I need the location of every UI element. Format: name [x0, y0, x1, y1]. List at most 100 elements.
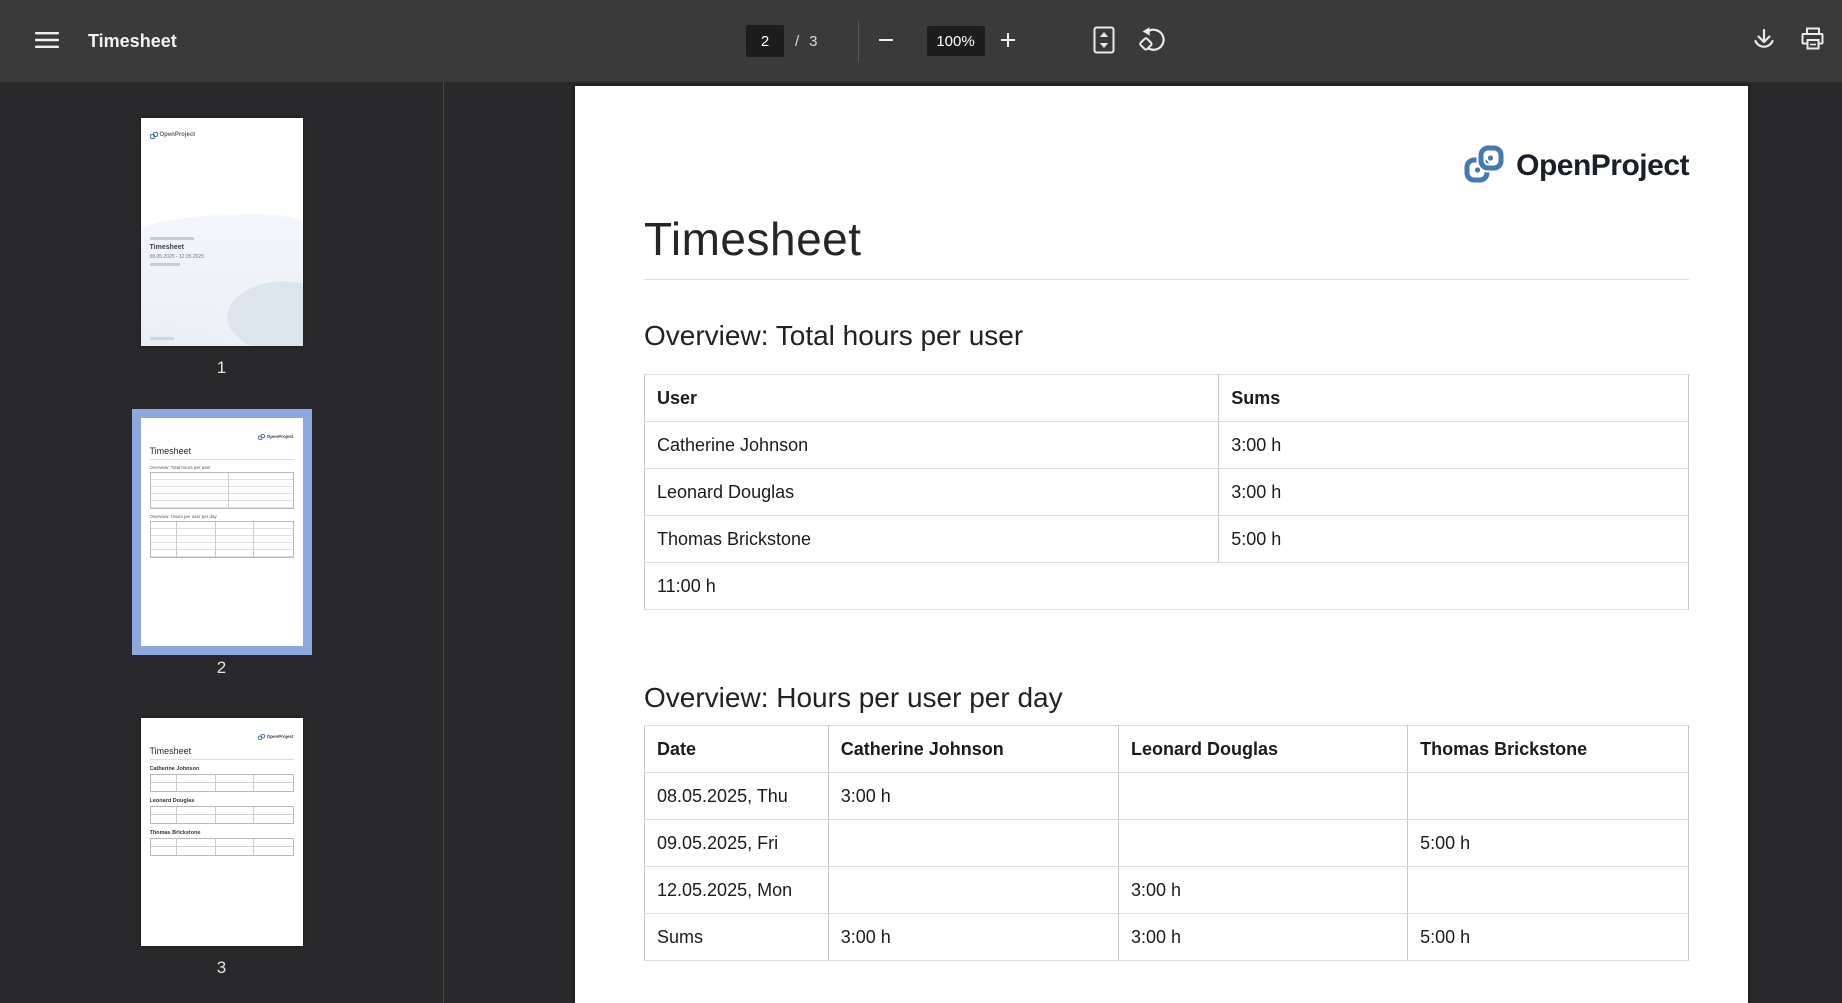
cover-date-range: 08.05.2025 - 12.05.2025: [150, 254, 205, 260]
total-sum-cell: 11:00 h: [645, 563, 1689, 610]
date-cell: 09.05.2025, Fri: [645, 820, 829, 867]
user-sum-cell: 3:00 h: [1219, 422, 1689, 469]
document-viewport[interactable]: OpenProject Timesheet Overview: Total ho…: [445, 82, 1842, 1003]
openproject-logo-icon: [1464, 145, 1506, 188]
menu-button[interactable]: [30, 24, 64, 58]
thumbnail-item-1: OpenProject Timesheet 08.05.2025 - 12.05…: [141, 118, 303, 378]
document-brand-text: OpenProject: [1516, 149, 1689, 183]
user-name-cell: Leonard Douglas: [645, 469, 1219, 516]
cover-brand-text: OpenProject: [160, 132, 196, 138]
page-2-thumbnail[interactable]: OpenProject Timesheet Overview: Total ho…: [141, 418, 303, 646]
minus-icon: [878, 32, 894, 51]
hours-cell: [1408, 773, 1689, 820]
col-header-date: Date: [645, 726, 829, 773]
cover-subtitle-decoration: [150, 263, 180, 266]
openproject-logo-icon: [258, 427, 265, 445]
hours-cell: 5:00 h: [1408, 820, 1689, 867]
section-heading-total-hours: Overview: Total hours per user: [644, 320, 1689, 352]
hours-cell: [1118, 773, 1407, 820]
table-header-row: User Sums: [645, 375, 1689, 422]
mini-user-3: Thomas Brickstone: [150, 830, 294, 836]
hamburger-menu-icon: [35, 31, 59, 52]
mini-table-hours-per-day: [150, 521, 294, 558]
document-title: Timesheet: [88, 31, 177, 52]
pdf-page-2: OpenProject Timesheet Overview: Total ho…: [575, 86, 1748, 1003]
user-name-cell: Thomas Brickstone: [645, 516, 1219, 563]
sum-hours-cell: 3:00 h: [828, 914, 1118, 961]
thumbnail-item-3: OpenProject Timesheet Catherine Johnson …: [141, 718, 303, 978]
page-1-thumbnail[interactable]: OpenProject Timesheet 08.05.2025 - 12.05…: [141, 118, 303, 346]
zoom-out-button[interactable]: [869, 24, 903, 58]
user-name-cell: Catherine Johnson: [645, 422, 1219, 469]
col-header-user: User: [645, 375, 1219, 422]
hours-cell: 3:00 h: [828, 773, 1118, 820]
total-hours-table: User Sums Catherine Johnson 3:00 h Leona…: [644, 374, 1689, 610]
user-sum-cell: 3:00 h: [1219, 469, 1689, 516]
zoom-level-display: 100%: [927, 26, 985, 56]
mini-title: Timesheet: [150, 746, 294, 760]
date-cell: 12.05.2025, Mon: [645, 867, 829, 914]
print-button[interactable]: [1795, 24, 1829, 58]
sum-hours-cell: 3:00 h: [1118, 914, 1407, 961]
thumbnail-sidebar: OpenProject Timesheet 08.05.2025 - 12.05…: [0, 82, 444, 1003]
toolbar-center-group: / 3 100%: [746, 0, 1169, 82]
page-2-label: 2: [217, 658, 226, 678]
user-sum-cell: 5:00 h: [1219, 516, 1689, 563]
hours-cell: [828, 867, 1118, 914]
mini-brand: OpenProject: [150, 427, 294, 445]
cover-title: Timesheet: [150, 244, 205, 251]
table-row: Thomas Brickstone 5:00 h: [645, 516, 1689, 563]
page-count-total: 3: [809, 33, 817, 50]
download-button[interactable]: [1747, 24, 1781, 58]
thumbnail-item-2: OpenProject Timesheet Overview: Total ho…: [141, 418, 303, 678]
page-title: Timesheet: [644, 215, 1689, 280]
table-header-row: Date Catherine Johnson Leonard Douglas T…: [645, 726, 1689, 773]
document-brand: OpenProject: [644, 86, 1689, 185]
table-sums-row: Sums 3:00 h 3:00 h 5:00 h: [645, 914, 1689, 961]
section-heading-hours-per-day: Overview: Hours per user per day: [644, 682, 1689, 714]
table-row: 08.05.2025, Thu 3:00 h: [645, 773, 1689, 820]
mini-user-3-table: [150, 838, 294, 856]
hours-cell: [828, 820, 1118, 867]
page-1-label: 1: [217, 358, 226, 378]
toolbar-left-group: Timesheet: [30, 0, 177, 82]
col-header-user3: Thomas Brickstone: [1408, 726, 1689, 773]
openproject-logo-icon: [258, 727, 265, 745]
thumbnail-footer-decoration: [150, 337, 174, 340]
table-row: Catherine Johnson 3:00 h: [645, 422, 1689, 469]
sums-label-cell: Sums: [645, 914, 829, 961]
mini-section2-heading: Overview: Hours per user per day: [150, 514, 294, 519]
mini-user-2: Leonard Douglas: [150, 798, 294, 804]
mini-brand-text: OpenProject: [267, 734, 294, 739]
mini-section1-heading: Overview: Total hours per user: [150, 465, 294, 470]
hours-per-day-table: Date Catherine Johnson Leonard Douglas T…: [644, 725, 1689, 961]
page-2-mini-content: OpenProject Timesheet Overview: Total ho…: [141, 418, 303, 646]
mini-title: Timesheet: [150, 446, 294, 460]
table-row: 12.05.2025, Mon 3:00 h: [645, 867, 1689, 914]
download-icon: [1751, 27, 1777, 56]
page-number-input[interactable]: [746, 25, 784, 57]
fit-to-page-icon: [1093, 26, 1115, 57]
mini-table-total-hours: [150, 472, 294, 509]
rotate-button[interactable]: [1135, 24, 1169, 58]
zoom-in-button[interactable]: [991, 24, 1025, 58]
col-header-sums: Sums: [1219, 375, 1689, 422]
mini-user-2-table: [150, 806, 294, 824]
cover-brand: OpenProject: [150, 126, 196, 144]
pdf-viewer-app: Timesheet / 3 100%: [0, 0, 1842, 1003]
rotate-counterclockwise-icon: [1138, 26, 1166, 57]
page-count-separator: /: [795, 33, 799, 50]
mini-user-1-table: [150, 774, 294, 792]
fit-to-page-button[interactable]: [1087, 24, 1121, 58]
pdf-toolbar: Timesheet / 3 100%: [0, 0, 1842, 82]
page-3-thumbnail[interactable]: OpenProject Timesheet Catherine Johnson …: [141, 718, 303, 946]
table-row: 09.05.2025, Fri 5:00 h: [645, 820, 1689, 867]
cover-text-block: Timesheet 08.05.2025 - 12.05.2025: [150, 237, 205, 266]
sum-hours-cell: 5:00 h: [1408, 914, 1689, 961]
print-icon: [1799, 27, 1826, 55]
cover-breadcrumb-decoration: [150, 237, 194, 240]
plus-icon: [1000, 32, 1016, 51]
page-3-label: 3: [217, 958, 226, 978]
date-cell: 08.05.2025, Thu: [645, 773, 829, 820]
hours-cell: [1118, 820, 1407, 867]
